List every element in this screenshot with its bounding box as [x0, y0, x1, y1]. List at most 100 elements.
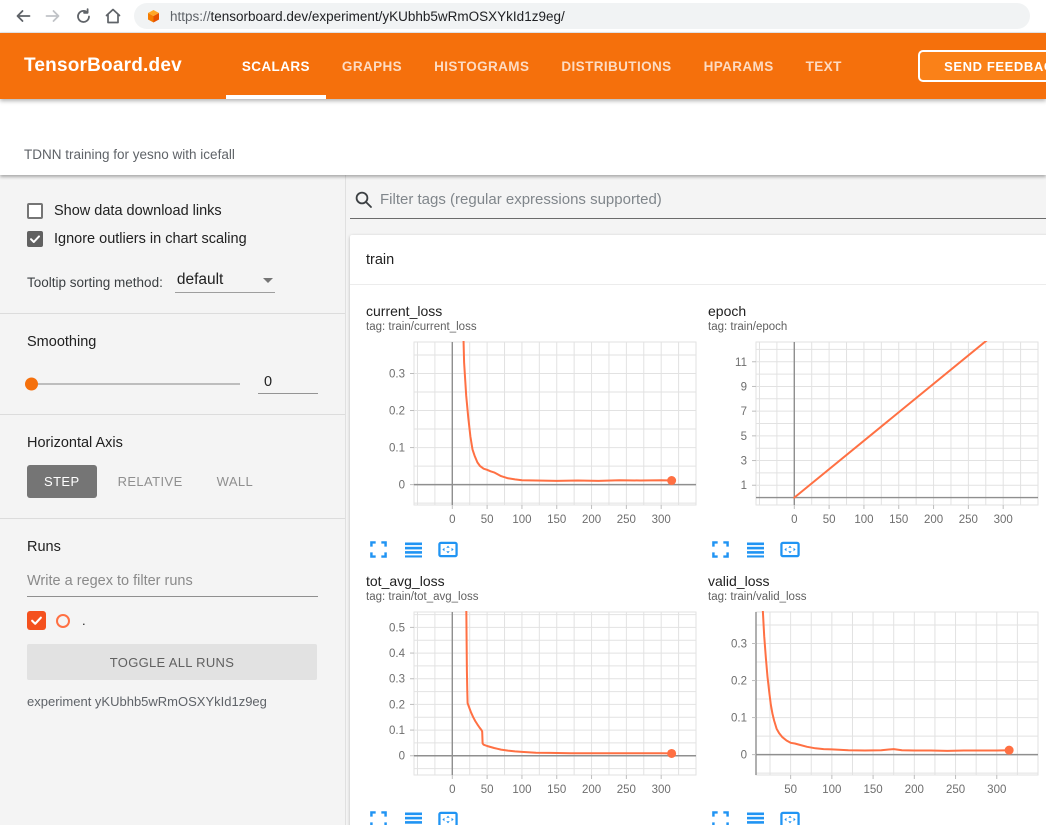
- tensorboard-favicon: [146, 9, 161, 24]
- svg-text:250: 250: [617, 514, 636, 526]
- tag-filter-input[interactable]: [350, 187, 1046, 219]
- url-text: https://tensorboard.dev/experiment/yKUbh…: [170, 9, 565, 24]
- line-chart-valid-loss[interactable]: 5010015020025030000.10.20.3: [708, 607, 1046, 807]
- fullscreen-icon[interactable]: [710, 539, 730, 559]
- horizontal-axis-toggle: STEP RELATIVE WALL: [27, 465, 318, 498]
- charts-grid: current_loss tag: train/current_loss 050…: [350, 285, 1046, 825]
- svg-text:9: 9: [741, 381, 747, 393]
- svg-text:300: 300: [994, 514, 1013, 526]
- tab-histograms[interactable]: HISTOGRAMS: [418, 33, 545, 99]
- browser-toolbar: https://tensorboard.dev/experiment/yKUbh…: [0, 0, 1046, 33]
- tab-hparams[interactable]: HPARAMS: [688, 33, 790, 99]
- smoothing-label: Smoothing: [27, 334, 318, 350]
- svg-text:100: 100: [512, 514, 531, 526]
- fit-domain-icon[interactable]: [438, 539, 458, 559]
- tag-group-card-train: train current_loss tag: train/current_lo…: [350, 235, 1046, 825]
- run-checkbox[interactable]: [27, 611, 46, 630]
- svg-text:300: 300: [987, 784, 1006, 796]
- line-chart-current-loss[interactable]: 05010015020025030000.10.20.3: [366, 337, 706, 537]
- line-chart-tot-avg-loss[interactable]: 05010015020025030000.10.20.30.40.5: [366, 607, 706, 807]
- smoothing-slider[interactable]: [27, 383, 240, 385]
- svg-text:0.1: 0.1: [731, 713, 747, 725]
- tab-graphs[interactable]: GRAPHS: [326, 33, 418, 99]
- divider: [0, 518, 345, 519]
- data-series-icon[interactable]: [745, 809, 765, 825]
- settings-sidebar: Show data download links Ignore outliers…: [0, 175, 346, 825]
- svg-text:0: 0: [449, 514, 455, 526]
- app-logo: TensorBoard.dev: [24, 55, 182, 77]
- toggle-all-runs-button[interactable]: TOGGLE ALL RUNS: [27, 644, 317, 680]
- show-download-links-checkbox[interactable]: [27, 203, 43, 219]
- svg-text:0.5: 0.5: [389, 622, 405, 634]
- home-icon[interactable]: [98, 3, 128, 29]
- url-path: /experiment/yKUbhb5wRmOSXYkId1z9eg/: [308, 9, 565, 24]
- fit-domain-icon[interactable]: [780, 539, 800, 559]
- fullscreen-icon[interactable]: [368, 809, 388, 825]
- search-icon: [354, 190, 373, 214]
- chart-toolbar: [366, 539, 708, 559]
- show-download-links-row[interactable]: Show data download links: [27, 203, 318, 219]
- svg-text:300: 300: [652, 784, 671, 796]
- back-icon[interactable]: [8, 3, 38, 29]
- svg-text:100: 100: [854, 514, 873, 526]
- svg-text:0.4: 0.4: [389, 648, 406, 660]
- reload-icon[interactable]: [68, 3, 98, 29]
- axis-relative-button[interactable]: RELATIVE: [101, 465, 200, 498]
- chart-card-current-loss: current_loss tag: train/current_loss 050…: [366, 303, 708, 559]
- tab-scalars[interactable]: SCALARS: [226, 33, 326, 99]
- run-name: .: [82, 613, 86, 628]
- url-scheme: https://: [170, 9, 211, 24]
- smoothing-row: 0: [27, 374, 318, 394]
- axis-step-button[interactable]: STEP: [27, 465, 97, 498]
- chart-tag: tag: train/valid_loss: [708, 591, 1046, 603]
- runs-filter-input[interactable]: [27, 569, 318, 597]
- forward-icon[interactable]: [38, 3, 68, 29]
- smoothing-value[interactable]: 0: [258, 374, 318, 394]
- tag-group-header[interactable]: train: [350, 235, 1046, 285]
- svg-text:200: 200: [924, 514, 943, 526]
- url-bar[interactable]: https://tensorboard.dev/experiment/yKUbh…: [134, 3, 1030, 29]
- svg-text:250: 250: [959, 514, 978, 526]
- ignore-outliers-label: Ignore outliers in chart scaling: [54, 231, 247, 247]
- svg-text:0.1: 0.1: [389, 725, 405, 737]
- experiment-title-band: TDNN training for yesno with icefall: [0, 99, 1046, 175]
- chart-card-epoch: epoch tag: train/epoch 05010015020025030…: [708, 303, 1046, 559]
- line-chart-epoch[interactable]: 0501001502002503001357911: [708, 337, 1046, 537]
- check-icon: [30, 614, 43, 627]
- ignore-outliers-row[interactable]: Ignore outliers in chart scaling: [27, 231, 318, 247]
- chart-toolbar: [366, 809, 708, 825]
- svg-text:50: 50: [823, 514, 836, 526]
- svg-text:0: 0: [741, 750, 747, 762]
- tab-text[interactable]: TEXT: [790, 33, 858, 99]
- slider-thumb[interactable]: [25, 378, 38, 391]
- divider: [0, 313, 345, 314]
- chart-card-valid-loss: valid_loss tag: train/valid_loss 5010015…: [708, 573, 1046, 825]
- tab-distributions[interactable]: DISTRIBUTIONS: [545, 33, 687, 99]
- chart-title: epoch: [708, 303, 1046, 319]
- ignore-outliers-checkbox[interactable]: [27, 231, 43, 247]
- run-color-swatch: [56, 614, 70, 628]
- svg-text:200: 200: [905, 784, 924, 796]
- axis-wall-button[interactable]: WALL: [200, 465, 271, 498]
- svg-text:250: 250: [617, 784, 636, 796]
- data-series-icon[interactable]: [745, 539, 765, 559]
- check-icon: [29, 233, 41, 245]
- fullscreen-icon[interactable]: [710, 809, 730, 825]
- send-feedback-button[interactable]: SEND FEEDBACK: [918, 50, 1046, 82]
- fit-domain-icon[interactable]: [780, 809, 800, 825]
- fit-domain-icon[interactable]: [438, 809, 458, 825]
- tag-filter-row: [350, 187, 1046, 219]
- data-series-icon[interactable]: [403, 539, 423, 559]
- fullscreen-icon[interactable]: [368, 539, 388, 559]
- svg-text:300: 300: [652, 514, 671, 526]
- svg-text:100: 100: [822, 784, 841, 796]
- chart-title: tot_avg_loss: [366, 573, 708, 589]
- svg-text:200: 200: [582, 784, 601, 796]
- tooltip-sorting-select[interactable]: default: [175, 271, 275, 293]
- svg-text:0.1: 0.1: [389, 443, 405, 455]
- data-series-icon[interactable]: [403, 809, 423, 825]
- top-nav: SCALARS GRAPHS HISTOGRAMS DISTRIBUTIONS …: [226, 33, 858, 99]
- svg-text:150: 150: [889, 514, 908, 526]
- svg-text:7: 7: [741, 406, 747, 418]
- svg-text:5: 5: [741, 431, 747, 443]
